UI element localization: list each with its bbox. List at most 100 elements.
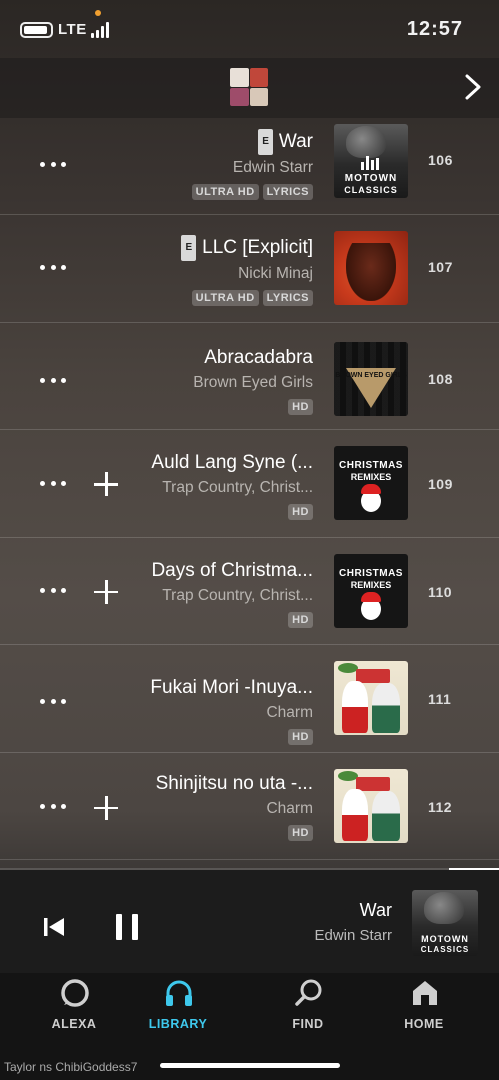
- add-icon[interactable]: [94, 579, 118, 604]
- track-row[interactable]: Shinjitsu no uta -... Charm HD 112: [0, 753, 499, 860]
- track-row[interactable]: Fukai Mori -Inuya... Charm HD 111: [0, 645, 499, 753]
- track-title: Abracadabra: [204, 346, 313, 368]
- lyrics-badge: LYRICS: [262, 184, 313, 200]
- quality-badges: HD: [150, 729, 313, 745]
- bottom-area: Taylor ns ChibiGoddess7: [0, 1043, 499, 1080]
- more-options-icon[interactable]: [40, 377, 66, 385]
- tab-bar: ALEXA LIBRARY FIND HOME: [0, 973, 499, 1043]
- track-number: 112: [428, 798, 453, 815]
- quality-badges: HD: [193, 398, 313, 415]
- more-options-icon[interactable]: [40, 587, 66, 595]
- track-text: Days of Christma... Trap Country, Christ…: [151, 559, 313, 628]
- album-art: CHRISTMAS REMIXES: [334, 446, 408, 520]
- album-art: BROWN EYED GIRLS: [334, 341, 408, 416]
- track-row[interactable]: Auld Lang Syne (... Trap Country, Christ…: [0, 430, 499, 538]
- track-title: Fukai Mori -Inuya...: [150, 677, 313, 698]
- quality-badge: HD: [288, 504, 313, 520]
- track-artist: Trap Country, Christ...: [162, 479, 313, 496]
- tab-label: LIBRARY: [148, 1017, 208, 1031]
- track-number: 109: [428, 476, 453, 492]
- now-playing-title: War: [359, 900, 392, 920]
- track-artist: Trap Country, Christ...: [162, 586, 313, 604]
- quality-badges: ULTRA HD LYRICS: [191, 184, 313, 200]
- track-text: E War Edwin Starr ULTRA HD LYRICS: [191, 129, 313, 200]
- quality-badges: HD: [151, 611, 313, 628]
- quality-badge: ULTRA HD: [191, 184, 259, 200]
- more-options-icon[interactable]: [40, 263, 66, 271]
- explicit-badge: E: [258, 129, 273, 155]
- track-text: Fukai Mori -Inuya... Charm HD: [150, 676, 313, 745]
- track-number: 107: [428, 259, 453, 275]
- home-indicator[interactable]: [160, 1063, 340, 1068]
- signal-icon: [91, 22, 111, 38]
- headphones-icon: [166, 980, 192, 1006]
- quality-badges: ULTRA HD LYRICS: [181, 290, 313, 306]
- previous-track-icon[interactable]: [42, 915, 66, 939]
- tab-label: HOME: [404, 1017, 444, 1031]
- pause-icon[interactable]: [116, 914, 138, 940]
- track-title: Shinjitsu no uta -...: [155, 772, 313, 794]
- lyrics-badge: LYRICS: [262, 290, 313, 306]
- quality-badge: HD: [288, 398, 313, 415]
- track-row[interactable]: Abracadabra Brown Eyed Girls HD BROWN EY…: [0, 323, 499, 430]
- track-title: LLC [Explicit]: [202, 237, 313, 258]
- track-artist: Edwin Starr: [232, 159, 313, 176]
- search-icon: [295, 979, 322, 1006]
- status-time: 12:57: [406, 18, 463, 40]
- tab-find[interactable]: FIND: [263, 973, 353, 1043]
- track-title: Auld Lang Syne (...: [151, 452, 313, 473]
- tab-label: ALEXA: [51, 1017, 97, 1031]
- mini-player[interactable]: War Edwin Starr MOTOWN CLASSICS: [0, 870, 499, 973]
- add-icon[interactable]: [94, 472, 118, 496]
- track-row[interactable]: E War Edwin Starr ULTRA HD LYRICS MOTOWN …: [0, 118, 499, 215]
- tab-label: FIND: [292, 1017, 324, 1031]
- track-title: War: [278, 131, 313, 152]
- playlist-header: [0, 58, 499, 118]
- watermark-text: Taylor ns ChibiGoddess7: [4, 1060, 138, 1074]
- quality-badge: HD: [288, 729, 313, 745]
- track-artist: Brown Eyed Girls: [193, 373, 313, 391]
- track-number: 111: [428, 691, 452, 707]
- track-number: 108: [428, 370, 453, 387]
- track-number: 106: [428, 152, 453, 168]
- mic-indicator-icon: [95, 10, 101, 16]
- track-text: Shinjitsu no uta -... Charm HD: [156, 772, 313, 841]
- album-art: [334, 231, 408, 305]
- album-art: MOTOWN CLASSICS: [334, 124, 408, 198]
- track-artist: Charm: [266, 799, 313, 817]
- more-options-icon[interactable]: [40, 697, 66, 705]
- track-text: Auld Lang Syne (... Trap Country, Christ…: [151, 451, 313, 520]
- now-playing-art: MOTOWN CLASSICS: [412, 890, 478, 956]
- tab-alexa[interactable]: ALEXA: [29, 973, 119, 1043]
- home-icon: [413, 981, 437, 1005]
- status-bar: LTE 12:57: [0, 0, 499, 58]
- quality-badge: ULTRA HD: [191, 290, 259, 306]
- track-text: Abracadabra Brown Eyed Girls HD: [193, 346, 313, 415]
- battery-icon: [20, 22, 53, 38]
- more-options-icon[interactable]: [40, 479, 66, 487]
- now-playing-artist: Edwin Starr: [314, 927, 392, 944]
- track-row[interactable]: E LLC [Explicit] Nicki Minaj ULTRA HD LYR…: [0, 215, 499, 323]
- playlist-collage-art: [230, 68, 268, 106]
- album-art: [334, 661, 408, 735]
- quality-badge: HD: [288, 824, 313, 841]
- chevron-right-icon[interactable]: [462, 74, 484, 100]
- tab-library[interactable]: LIBRARY: [133, 973, 223, 1043]
- alexa-icon: [61, 979, 89, 1007]
- track-artist: Charm: [266, 704, 313, 721]
- track-list: E War Edwin Starr ULTRA HD LYRICS MOTOWN …: [0, 118, 499, 860]
- track-row[interactable]: Days of Christma... Trap Country, Christ…: [0, 538, 499, 645]
- tab-home[interactable]: HOME: [379, 973, 469, 1043]
- explicit-badge: E: [181, 235, 197, 261]
- now-playing-text: War Edwin Starr: [314, 900, 392, 944]
- network-type: LTE: [58, 21, 87, 38]
- track-text: E LLC [Explicit] Nicki Minaj ULTRA HD LYR…: [181, 235, 313, 306]
- track-title: Days of Christma...: [151, 559, 313, 581]
- album-art: CHRISTMAS REMIXES: [334, 553, 408, 628]
- quality-badge: HD: [288, 611, 313, 628]
- album-art: [334, 768, 408, 843]
- more-options-icon[interactable]: [40, 803, 66, 811]
- add-icon[interactable]: [94, 795, 118, 820]
- track-artist: Nicki Minaj: [238, 265, 313, 282]
- more-options-icon[interactable]: [40, 160, 66, 168]
